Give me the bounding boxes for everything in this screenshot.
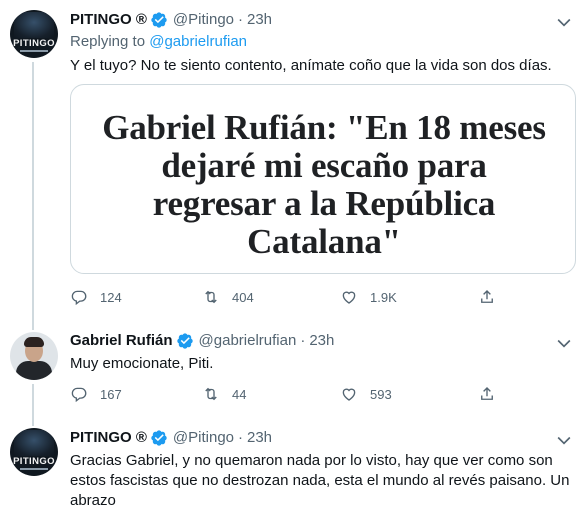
media-headline: Gabriel Rufián: "En 18 meses dejaré mi e…	[102, 108, 546, 261]
separator-dot: ·	[300, 332, 306, 349]
chevron-down-icon[interactable]	[554, 12, 574, 32]
reply-icon	[71, 290, 87, 306]
tweet-header: PITINGO ® @Pitingo · 23h	[70, 428, 272, 448]
replying-to: Replying to @gabrielrufian	[70, 33, 247, 50]
handle[interactable]: @Pitingo	[173, 428, 234, 448]
avatar[interactable]: PITINGO	[10, 428, 58, 476]
share-button[interactable]	[478, 384, 496, 404]
tweet-header: PITINGO ® @Pitingo · 23h	[70, 10, 272, 30]
tweet-actions: 167 44 593	[70, 384, 550, 404]
separator-dot: ·	[238, 11, 243, 28]
retweet-icon	[205, 387, 217, 401]
chevron-down-icon[interactable]	[554, 430, 574, 450]
handle[interactable]: @gabrielrufian	[199, 331, 297, 351]
thread-line	[32, 420, 34, 426]
display-name[interactable]: PITINGO ®	[70, 428, 147, 448]
avatar[interactable]: PITINGO	[10, 10, 58, 58]
share-icon	[481, 387, 493, 400]
display-name[interactable]: Gabriel Rufián	[70, 331, 173, 351]
replying-to-link[interactable]: @gabrielrufian	[149, 33, 247, 50]
avatar-logo-text: PITINGO	[13, 456, 55, 467]
tweet-text: Gracias Gabriel, y no quemaron nada por …	[70, 452, 570, 509]
timestamp[interactable]: 23h	[247, 428, 272, 448]
reply-button[interactable]: 167	[70, 384, 122, 404]
reply-button[interactable]: 124	[70, 287, 122, 307]
tweet-text: Muy emocionate, Piti.	[70, 355, 214, 372]
tweet[interactable]: PITINGO PITINGO ® @Pitingo · 23h Gracias…	[0, 420, 586, 512]
avatar[interactable]	[10, 332, 58, 380]
like-button[interactable]: 593	[340, 384, 392, 404]
share-icon	[481, 290, 493, 303]
tweet-actions: 124 404 1.9K	[70, 287, 550, 307]
verified-badge-icon	[176, 333, 193, 349]
retweet-button[interactable]: 44	[202, 384, 246, 404]
like-icon	[342, 291, 356, 304]
retweet-icon	[205, 290, 217, 304]
like-icon	[342, 388, 356, 401]
thread-line	[32, 384, 34, 420]
thread-line	[32, 320, 34, 330]
share-button[interactable]	[478, 287, 496, 307]
timestamp[interactable]: 23h	[309, 331, 334, 351]
reply-icon	[71, 387, 87, 403]
tweet-header: Gabriel Rufián @gabrielrufian · 23h	[70, 331, 334, 351]
tweet[interactable]: PITINGO PITINGO ® @Pitingo · 23h Replyin…	[0, 0, 586, 320]
thread-line	[32, 62, 34, 320]
retweet-button[interactable]: 404	[202, 287, 254, 307]
tweet[interactable]: Gabriel Rufián @gabrielrufian · 23h Muy …	[0, 320, 586, 420]
tweet-text: Y el tuyo? No te siento contento, anímat…	[70, 57, 552, 74]
chevron-down-icon[interactable]	[554, 333, 574, 353]
media-image[interactable]: Gabriel Rufián: "En 18 meses dejaré mi e…	[70, 84, 576, 274]
separator-dot: ·	[238, 429, 243, 446]
like-button[interactable]: 1.9K	[340, 287, 397, 307]
verified-badge-icon	[151, 12, 167, 28]
timestamp[interactable]: 23h	[247, 10, 272, 30]
avatar-logo-text: PITINGO	[13, 38, 55, 49]
verified-badge-icon	[151, 430, 167, 446]
display-name[interactable]: PITINGO ®	[70, 10, 147, 30]
handle[interactable]: @Pitingo	[173, 10, 234, 30]
